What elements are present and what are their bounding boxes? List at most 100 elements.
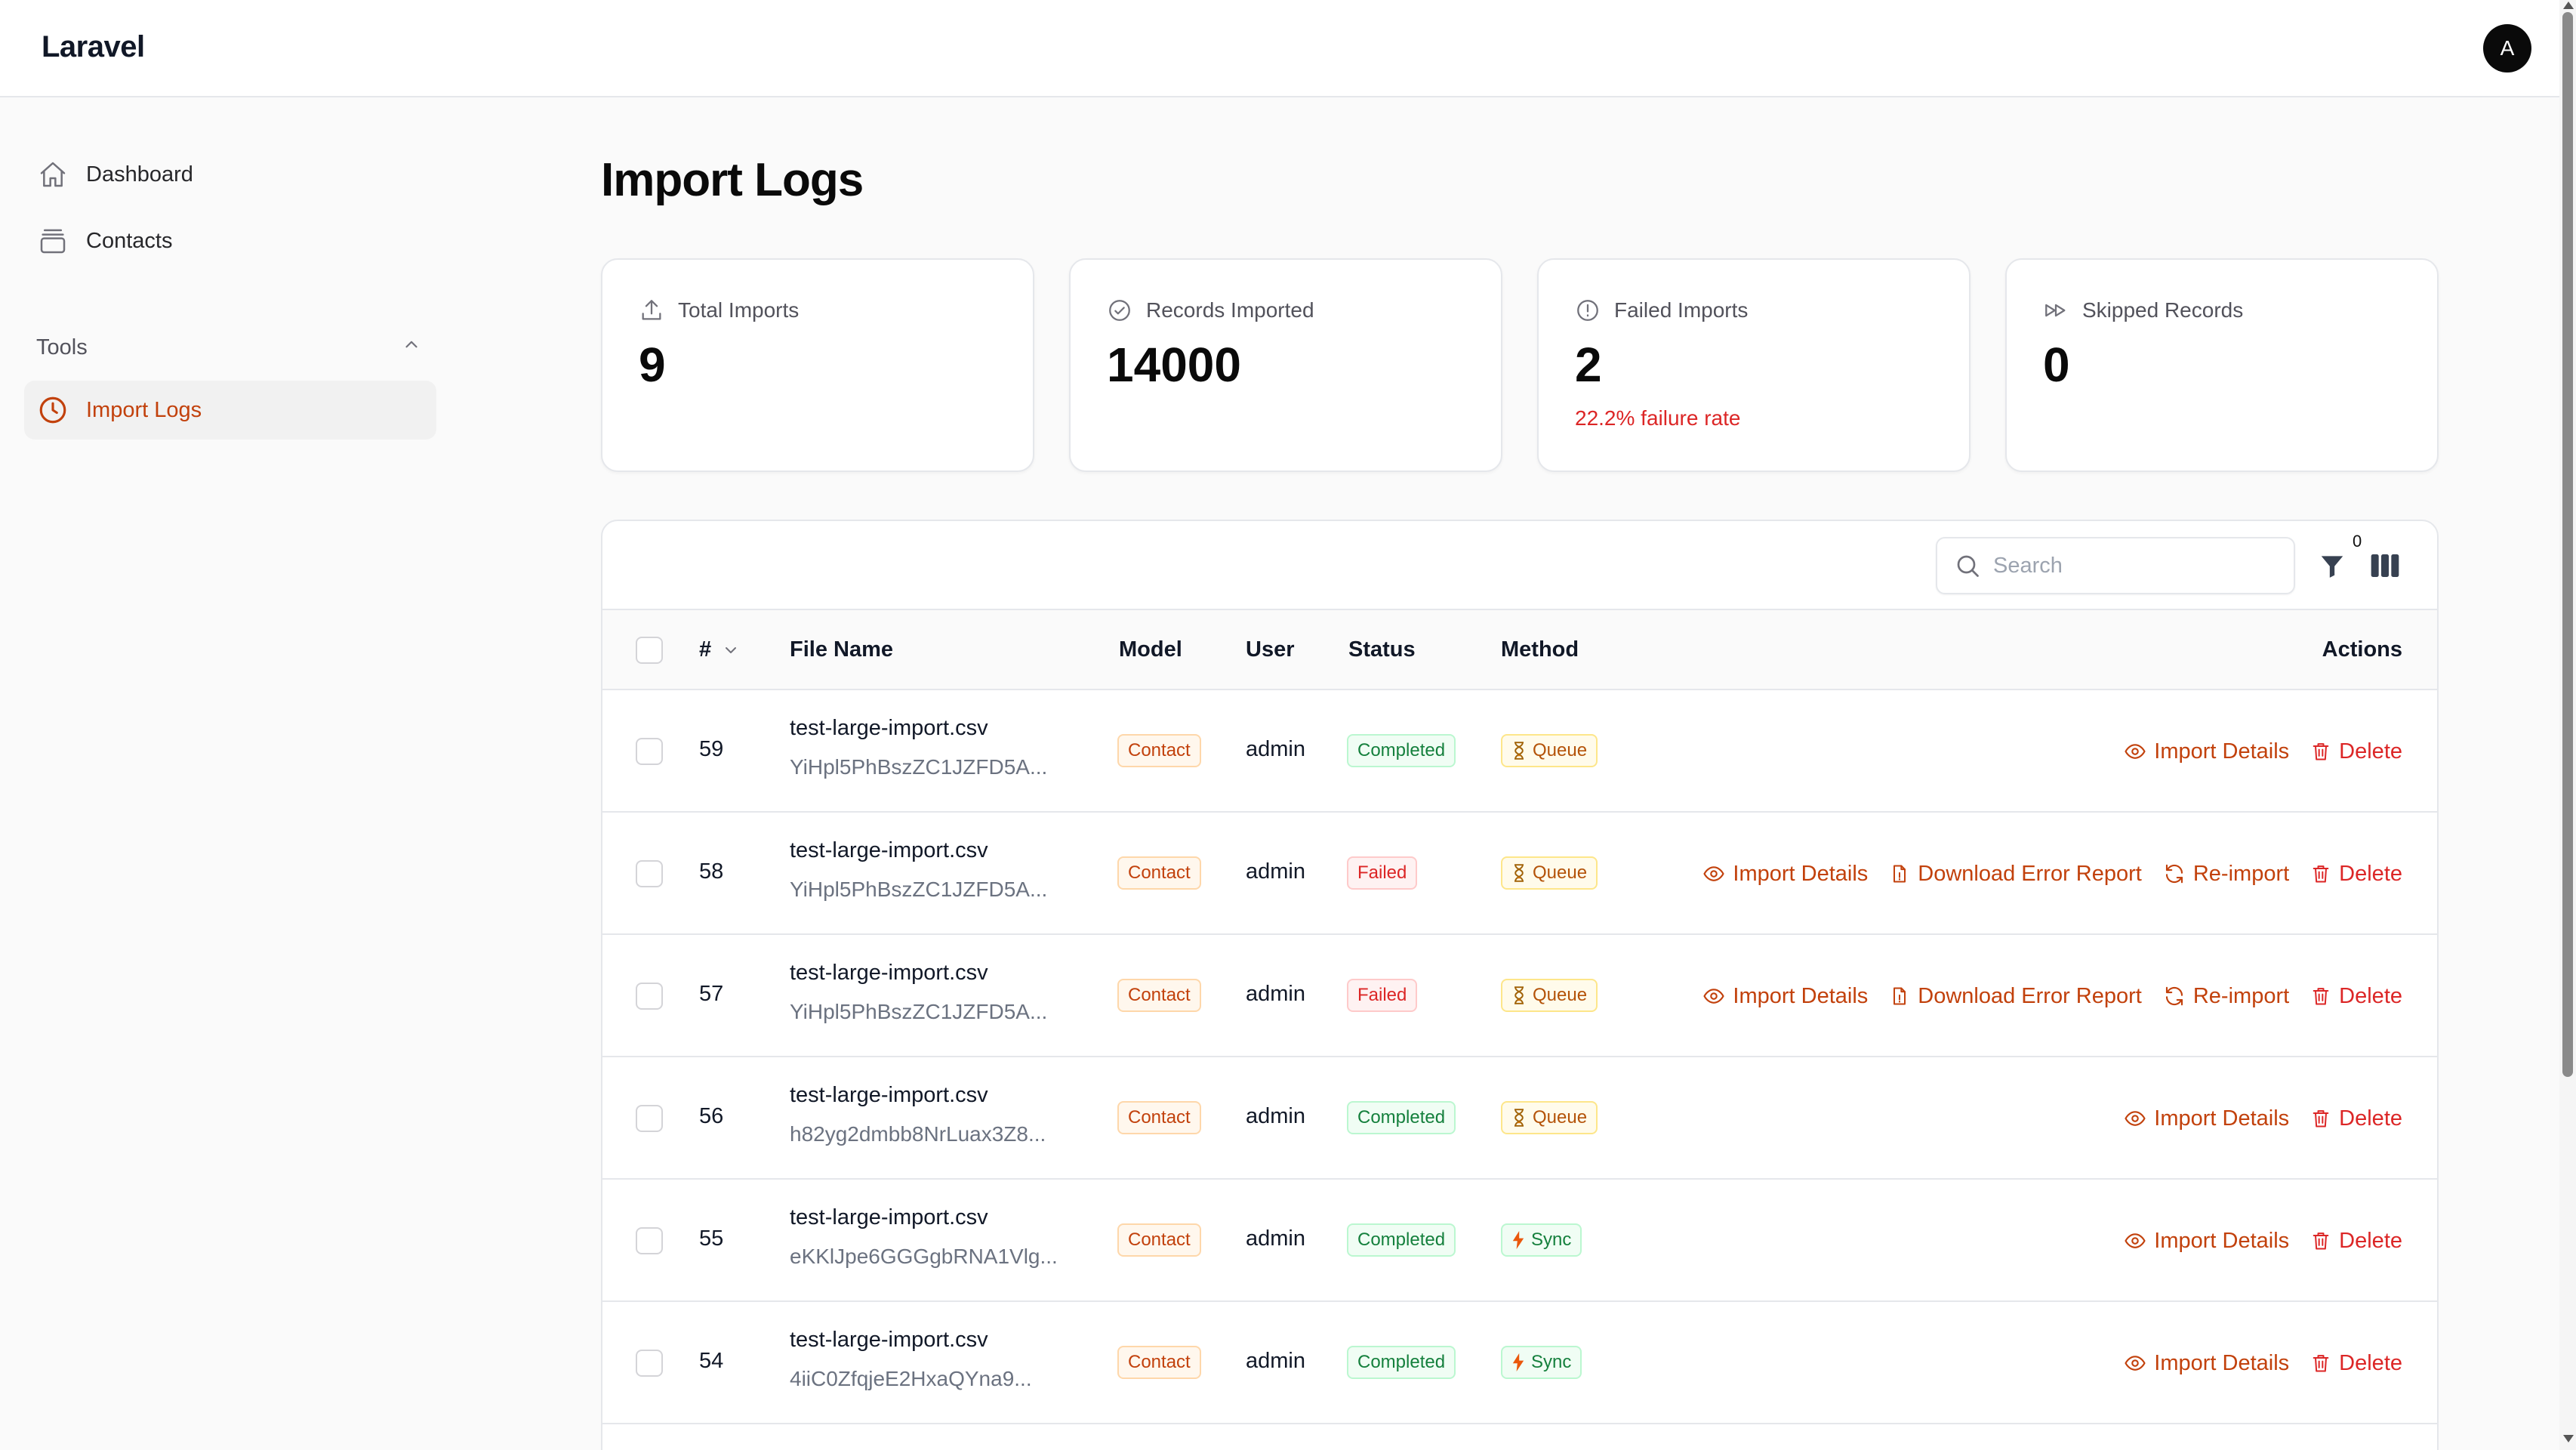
- page-scrollbar[interactable]: [2559, 0, 2576, 1450]
- columns-toggle-button[interactable]: [2366, 548, 2404, 583]
- model-badge: Contact: [1117, 1346, 1201, 1379]
- stat-label: Records Imported: [1146, 298, 1314, 322]
- check-circle-icon: [1107, 298, 1132, 323]
- lightning-icon: [1511, 1353, 1525, 1371]
- eye-icon: [2124, 1352, 2146, 1374]
- import-details-button[interactable]: Import Details: [2124, 1351, 2289, 1376]
- row-checkbox[interactable]: [636, 860, 663, 887]
- row-id: 58: [699, 859, 724, 884]
- select-all-checkbox[interactable]: [636, 637, 663, 664]
- row-checkbox[interactable]: [636, 738, 663, 765]
- method-badge: Queue: [1501, 1101, 1598, 1134]
- search-input[interactable]: [1993, 553, 2280, 578]
- status-badge: Completed: [1347, 1101, 1456, 1134]
- refresh-icon: [2163, 862, 2186, 885]
- table-row[interactable]: 58 test-large-import.csv YiHpl5PhBszZC1J…: [602, 813, 2437, 935]
- trash-icon: [2310, 740, 2331, 763]
- import-details-button[interactable]: Import Details: [2124, 1106, 2289, 1131]
- row-id: 54: [699, 1349, 724, 1373]
- row-id: 59: [699, 737, 724, 761]
- top-bar: Laravel A: [0, 0, 2559, 97]
- columns-icon: [2371, 554, 2399, 577]
- refresh-icon: [2163, 985, 2186, 1007]
- clock-icon: [36, 393, 69, 427]
- hourglass-icon: [1511, 1109, 1527, 1127]
- column-header-method[interactable]: Method: [1501, 637, 1579, 662]
- table-row[interactable]: 57 test-large-import.csv YiHpl5PhBszZC1J…: [602, 935, 2437, 1057]
- delete-button[interactable]: Delete: [2310, 1229, 2402, 1254]
- file-name: test-large-import.csv: [790, 838, 988, 862]
- user-name: admin: [1246, 1104, 1305, 1128]
- stat-card-records-imported: Records Imported 14000: [1069, 258, 1502, 472]
- sidebar-group-tools[interactable]: Tools: [36, 332, 421, 362]
- download-error-report-button[interactable]: Download Error Report: [1889, 862, 2142, 887]
- delete-button[interactable]: Delete: [2310, 862, 2402, 887]
- file-name: test-large-import.csv: [790, 1205, 988, 1229]
- column-header-status[interactable]: Status: [1348, 637, 1416, 662]
- file-hash: YiHpl5PhBszZC1JZFD5A...: [790, 878, 1048, 901]
- import-details-button[interactable]: Import Details: [2124, 739, 2289, 764]
- status-badge: Completed: [1347, 1346, 1456, 1379]
- user-name: admin: [1246, 1349, 1305, 1373]
- user-name: admin: [1246, 1226, 1305, 1251]
- eye-icon: [1702, 862, 1725, 885]
- reimport-button[interactable]: Re-import: [2163, 862, 2289, 887]
- import-details-button[interactable]: Import Details: [2124, 1229, 2289, 1254]
- document-alert-icon: [1889, 985, 1910, 1007]
- import-details-button[interactable]: Import Details: [1702, 862, 1868, 887]
- sidebar-item-label: Contacts: [86, 228, 173, 253]
- row-checkbox[interactable]: [636, 1105, 663, 1132]
- download-error-report-button[interactable]: Download Error Report: [1889, 984, 2142, 1009]
- scroll-thumb[interactable]: [2562, 12, 2573, 1077]
- row-id: 57: [699, 982, 724, 1006]
- column-header-actions: Actions: [2322, 637, 2402, 662]
- stat-value: 2: [1575, 338, 1602, 392]
- chevron-up-icon[interactable]: [402, 335, 421, 360]
- column-header-id[interactable]: #: [699, 637, 740, 662]
- table-row[interactable]: 55 test-large-import.csv eKKlJpe6GGGgbRN…: [602, 1180, 2437, 1302]
- scroll-up-arrow[interactable]: [2563, 2, 2574, 9]
- brand-logo[interactable]: Laravel: [42, 30, 145, 64]
- scroll-down-arrow[interactable]: [2563, 1435, 2574, 1442]
- eye-icon: [2124, 1107, 2146, 1130]
- row-checkbox[interactable]: [636, 1227, 663, 1254]
- file-name: test-large-import.csv: [790, 1083, 988, 1107]
- method-badge: Queue: [1501, 856, 1598, 890]
- filter-button[interactable]: [2315, 548, 2350, 583]
- model-badge: Contact: [1117, 734, 1201, 767]
- sidebar-item-contacts[interactable]: Contacts: [24, 211, 436, 270]
- delete-button[interactable]: Delete: [2310, 984, 2402, 1009]
- row-checkbox[interactable]: [636, 983, 663, 1010]
- column-header-file-name[interactable]: File Name: [790, 637, 893, 662]
- upload-icon: [639, 298, 664, 323]
- table-row[interactable]: 54 test-large-import.csv 4iiC0ZfqjeE2Hxa…: [602, 1302, 2437, 1424]
- trash-icon: [2310, 985, 2331, 1007]
- hourglass-icon: [1511, 986, 1527, 1004]
- user-name: admin: [1246, 737, 1305, 761]
- delete-button[interactable]: Delete: [2310, 739, 2402, 764]
- search-icon: [1952, 551, 1983, 581]
- column-header-model[interactable]: Model: [1119, 637, 1182, 662]
- column-header-user[interactable]: User: [1246, 637, 1295, 662]
- row-id: 56: [699, 1104, 724, 1128]
- reimport-button[interactable]: Re-import: [2163, 984, 2289, 1009]
- row-checkbox[interactable]: [636, 1350, 663, 1377]
- delete-button[interactable]: Delete: [2310, 1106, 2402, 1131]
- sidebar-item-dashboard[interactable]: Dashboard: [24, 145, 436, 204]
- trash-icon: [2310, 1229, 2331, 1252]
- user-avatar[interactable]: A: [2483, 24, 2531, 72]
- model-badge: Contact: [1117, 856, 1201, 890]
- stat-card-total-imports: Total Imports 9: [601, 258, 1034, 472]
- sidebar: Dashboard Contacts Tools Import Logs: [0, 98, 453, 1450]
- alert-circle-icon: [1575, 298, 1601, 323]
- delete-button[interactable]: Delete: [2310, 1351, 2402, 1376]
- table-row[interactable]: 59 test-large-import.csv YiHpl5PhBszZC1J…: [602, 690, 2437, 813]
- import-details-button[interactable]: Import Details: [1702, 984, 1868, 1009]
- file-hash: eKKlJpe6GGGgbRNA1Vlg...: [790, 1245, 1058, 1268]
- table-row[interactable]: 56 test-large-import.csv h82yg2dmbb8NrLu…: [602, 1057, 2437, 1180]
- failure-rate-text: 22.2% failure rate: [1575, 406, 1741, 430]
- file-name: test-large-import.csv: [790, 716, 988, 740]
- sidebar-item-import-logs[interactable]: Import Logs: [24, 381, 436, 440]
- eye-icon: [2124, 740, 2146, 763]
- search-box[interactable]: [1936, 537, 2295, 594]
